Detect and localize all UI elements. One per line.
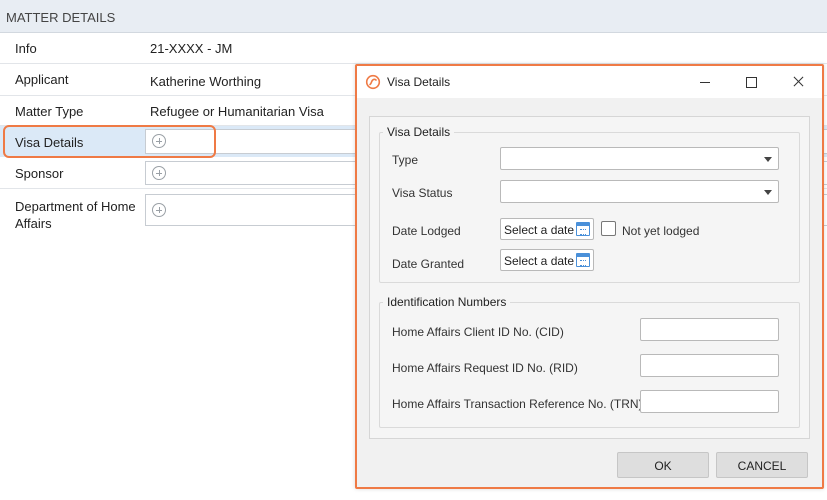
info-value: 21-XXXX - JM [150, 41, 233, 56]
not-yet-lodged-checkbox[interactable] [601, 221, 616, 236]
date-granted-label: Date Granted [392, 257, 465, 271]
add-sponsor-icon[interactable] [152, 166, 166, 180]
type-select[interactable] [500, 147, 779, 170]
info-label: Info [15, 41, 37, 56]
cid-label: Home Affairs Client ID No. (CID) [392, 325, 564, 339]
cid-input[interactable] [640, 318, 779, 341]
rid-input[interactable] [640, 354, 779, 377]
dialog-title: Visa Details [387, 75, 451, 89]
calendar-icon[interactable] [576, 222, 590, 236]
not-yet-lodged-label[interactable]: Not yet lodged [622, 224, 699, 238]
date-granted-picker[interactable]: Select a date [500, 249, 594, 271]
matter-type-value[interactable]: Refugee or Humanitarian Visa [150, 104, 324, 119]
ok-button[interactable]: OK [617, 452, 709, 478]
add-home-affairs-icon[interactable] [152, 203, 166, 217]
identification-numbers-group: Identification Numbers Home Affairs Clie… [379, 295, 800, 428]
home-affairs-label: Department of Home Affairs [15, 199, 136, 231]
trn-label: Home Affairs Transaction Reference No. (… [392, 397, 643, 411]
sponsor-label: Sponsor [15, 166, 64, 181]
visa-details-highlight [3, 125, 216, 158]
matter-row-info: Info 21-XXXX - JM [0, 33, 827, 64]
app-logo-icon [365, 74, 381, 90]
calendar-icon[interactable] [576, 253, 590, 267]
visa-details-group: Visa Details Type Visa Status Date Lodge… [379, 125, 800, 283]
close-icon[interactable] [782, 70, 814, 94]
matter-details-header: MATTER DETAILS [0, 0, 827, 33]
date-granted-placeholder: Select a date [504, 254, 575, 268]
dialog-titlebar[interactable]: Visa Details [357, 66, 822, 98]
type-label: Type [392, 153, 419, 167]
date-lodged-picker[interactable]: Select a date [500, 218, 594, 240]
visa-details-dialog: Visa Details Visa Details Type Visa Stat… [355, 64, 824, 489]
date-lodged-placeholder: Select a date [504, 223, 575, 237]
applicant-value[interactable]: Katherine Worthing [150, 74, 261, 89]
minimize-icon[interactable] [689, 70, 721, 94]
date-lodged-label: Date Lodged [392, 224, 461, 238]
visa-status-label: Visa Status [392, 186, 453, 200]
cancel-button[interactable]: CANCEL [716, 452, 808, 478]
applicant-label: Applicant [15, 72, 69, 87]
visa-status-select[interactable] [500, 180, 779, 203]
app-window: MATTER DETAILS Info 21-XXXX - JM Applica… [0, 0, 827, 500]
chevron-down-icon [764, 190, 772, 195]
matter-type-label: Matter Type [15, 104, 84, 119]
chevron-down-icon [764, 157, 772, 162]
dialog-content-panel: Visa Details Type Visa Status Date Lodge… [369, 116, 810, 439]
maximize-icon[interactable] [735, 70, 767, 94]
identification-numbers-legend: Identification Numbers [383, 295, 511, 309]
trn-input[interactable] [640, 390, 779, 413]
visa-details-group-legend: Visa Details [383, 125, 455, 139]
rid-label: Home Affairs Request ID No. (RID) [392, 361, 578, 375]
